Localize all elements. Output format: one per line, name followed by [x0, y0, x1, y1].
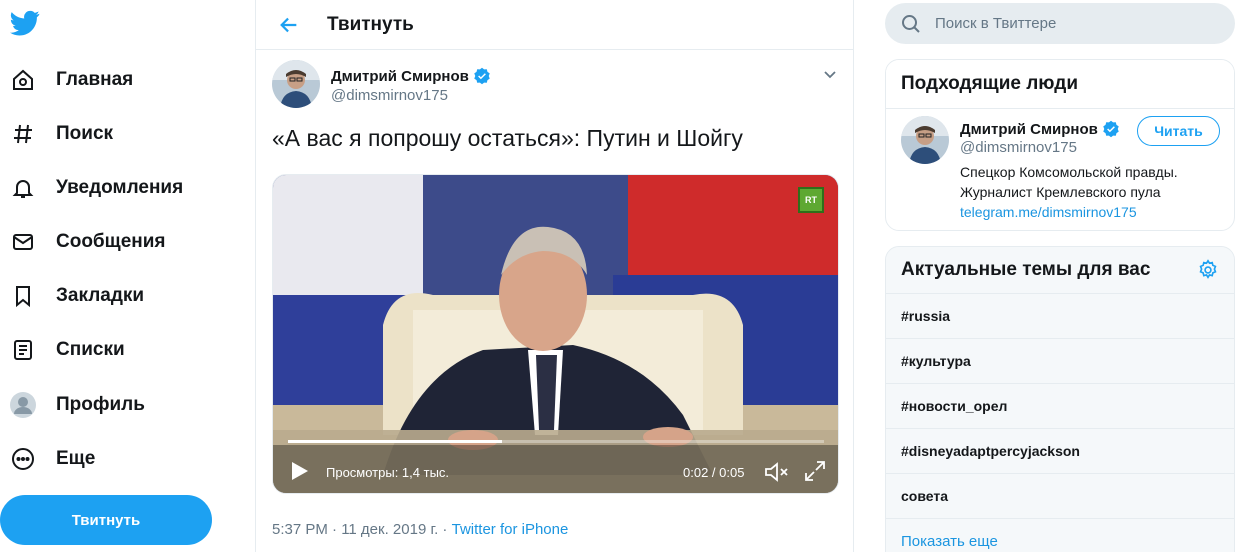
search-input[interactable]	[935, 15, 1215, 32]
view-count: Просмотры: 1,4 тыс.	[326, 465, 450, 480]
search-box[interactable]	[885, 3, 1235, 44]
trends-card: Актуальные темы для вас #russia #культур…	[885, 246, 1235, 552]
suggested-person-bio: Спецкор Комсомольской правды. Журналист …	[960, 162, 1230, 222]
show-more-link[interactable]: Показать еще	[886, 519, 1234, 552]
video-progress-fill	[288, 440, 503, 443]
home-icon	[10, 67, 36, 93]
tweet-text: «А вас я попрошу остаться»: Путин и Шойг…	[272, 125, 743, 151]
suggested-person-avatar[interactable]	[901, 116, 949, 164]
twitter-bird-icon[interactable]	[10, 8, 40, 38]
suggested-person-handle[interactable]: @dimsmirnov175	[960, 139, 1077, 156]
tweet-timestamp: 5:37 PM · 11 дек. 2019 г. ·	[272, 521, 452, 538]
tweet-meta: 5:37 PM · 11 дек. 2019 г. · Twitter for …	[272, 521, 568, 538]
more-icon	[10, 446, 36, 472]
nav-home[interactable]: Главная	[0, 56, 240, 104]
right-sidebar: Подходящие люди Дмитрий Смирнов @dimsmir…	[885, 0, 1235, 552]
trend-item[interactable]: совета	[886, 474, 1234, 519]
nav-explore-label: Поиск	[56, 123, 114, 144]
rt-logo: RT	[798, 187, 824, 213]
app-window: Главная Поиск Уведомления Сообщения Закл…	[0, 0, 1238, 552]
nav-explore[interactable]: Поиск	[0, 110, 240, 158]
video-progress-bar[interactable]	[288, 440, 824, 443]
play-icon[interactable]	[287, 459, 311, 483]
bio-line-1: Спецкор Комсомольской правды.	[960, 164, 1178, 180]
nav-home-label: Главная	[56, 69, 134, 90]
volume-muted-icon[interactable]	[763, 459, 789, 485]
nav-more-label: Еще	[56, 448, 96, 469]
verified-badge-icon	[474, 67, 490, 85]
author-name-text: Дмитрий Смирнов	[331, 67, 469, 85]
profile-icon	[10, 392, 36, 418]
chevron-down-icon[interactable]	[820, 64, 840, 84]
bookmark-icon	[10, 283, 36, 309]
trends-title: Актуальные темы для вас	[901, 259, 1151, 280]
column-header: Твитнуть	[256, 0, 853, 50]
trends-header: Актуальные темы для вас	[886, 247, 1234, 294]
back-arrow-icon[interactable]	[274, 10, 304, 40]
suggested-person[interactable]: Дмитрий Смирнов @dimsmirnov175 Читать Сп…	[886, 110, 1234, 230]
nav-lists-label: Списки	[56, 339, 125, 360]
suggested-person-name[interactable]: Дмитрий Смирнов	[960, 120, 1120, 138]
suggested-person-name-text: Дмитрий Смирнов	[960, 120, 1098, 138]
video-controls: Просмотры: 1,4 тыс. 0:02 / 0:05	[273, 451, 838, 491]
video-frame	[273, 175, 838, 493]
nav-more[interactable]: Еще	[0, 435, 240, 483]
nav-notifications[interactable]: Уведомления	[0, 164, 240, 212]
bio-link[interactable]: telegram.me/dimsmirnov175	[960, 202, 1230, 222]
tweet-button[interactable]: Твитнуть	[0, 495, 212, 545]
verified-badge-icon	[1103, 120, 1119, 138]
search-icon	[901, 14, 921, 34]
nav-notifications-label: Уведомления	[56, 177, 184, 198]
author-name[interactable]: Дмитрий Смирнов	[331, 67, 491, 85]
nav-bookmarks[interactable]: Закладки	[0, 272, 240, 320]
nav-profile-label: Профиль	[56, 394, 145, 415]
trend-item[interactable]: #disneyadaptpercyjackson	[886, 429, 1234, 474]
nav-bookmarks-label: Закладки	[56, 285, 145, 306]
nav-messages[interactable]: Сообщения	[0, 218, 240, 266]
trend-item[interactable]: #культура	[886, 339, 1234, 384]
who-to-follow-title: Подходящие люди	[886, 60, 1234, 109]
left-navigation: Главная Поиск Уведомления Сообщения Закл…	[0, 0, 255, 552]
fullscreen-icon[interactable]	[803, 459, 827, 483]
bio-line-2: Журналист Кремлевского пула	[960, 184, 1161, 200]
nav-profile[interactable]: Профиль	[0, 381, 240, 429]
envelope-icon	[10, 229, 36, 255]
bell-icon	[10, 175, 36, 201]
author-avatar[interactable]	[272, 60, 320, 108]
nav-messages-label: Сообщения	[56, 231, 166, 252]
video-player[interactable]: RT Просмотры: 1,4 тыс. 0:02 / 0:05	[272, 174, 839, 494]
trend-item[interactable]: #russia	[886, 294, 1234, 339]
hashtag-icon	[10, 121, 36, 147]
follow-button[interactable]: Читать	[1137, 116, 1220, 146]
trend-item[interactable]: #новости_орел	[886, 384, 1234, 429]
author-handle[interactable]: @dimsmirnov175	[331, 87, 448, 104]
nav-lists[interactable]: Списки	[0, 326, 240, 374]
tweet-detail-column: Твитнуть Дмитрий Смирнов @dimsmirnov175 …	[255, 0, 854, 552]
tweet-source-link[interactable]: Twitter for iPhone	[452, 521, 569, 538]
tweet-author: Дмитрий Смирнов @dimsmirnov175	[272, 60, 840, 110]
gear-icon[interactable]	[1197, 259, 1219, 281]
who-to-follow-card: Подходящие люди Дмитрий Смирнов @dimsmir…	[885, 59, 1235, 231]
list-icon	[10, 337, 36, 363]
page-title: Твитнуть	[327, 13, 414, 35]
video-time: 0:02 / 0:05	[683, 465, 745, 480]
